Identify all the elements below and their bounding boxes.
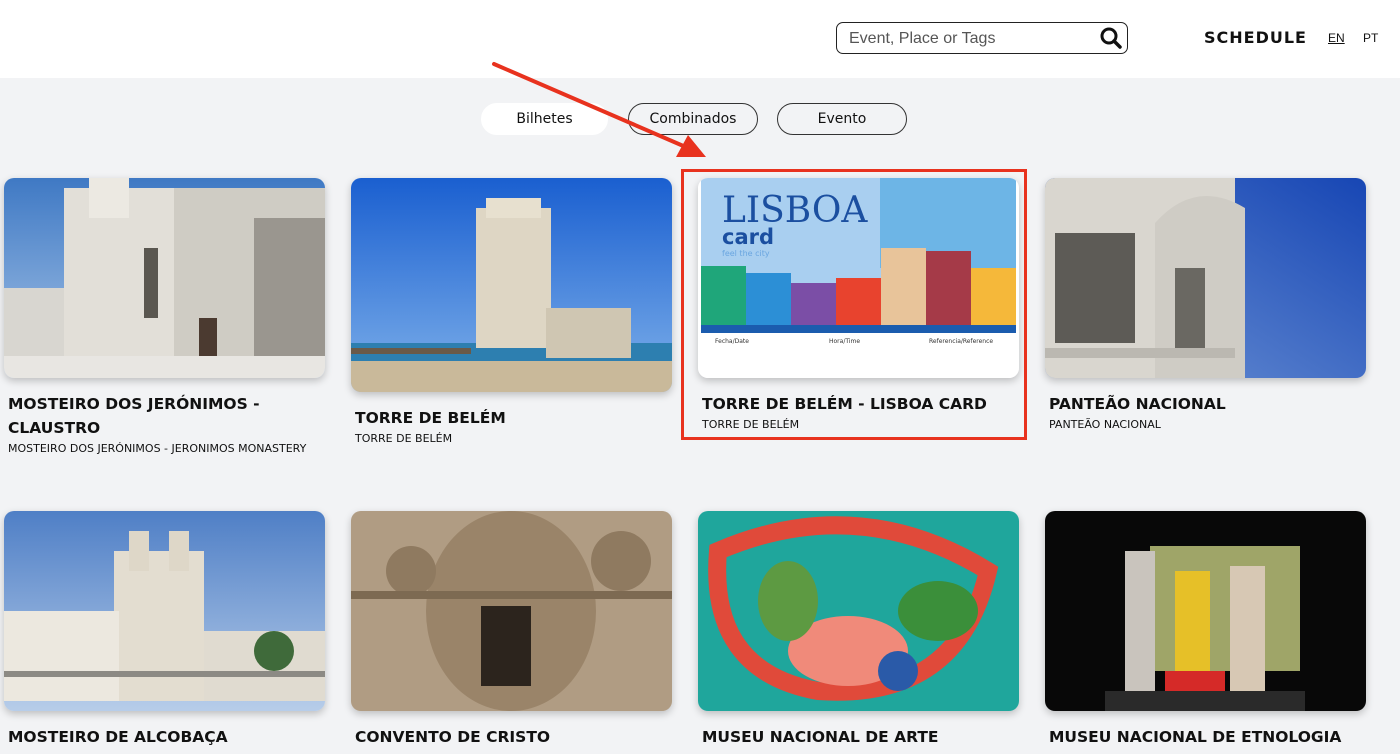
card-title[interactable]: MOSTEIRO DE ALCOBAÇA — [8, 725, 308, 749]
card-title[interactable]: MUSEU NACIONAL DE ETNOLOGIA — [1049, 725, 1349, 749]
card-subtitle: TORRE DE BELÉM — [702, 418, 800, 431]
field-time-label: Hora/Time — [829, 338, 860, 345]
field-date-label: Fecha/Date — [715, 338, 749, 345]
search-icon[interactable] — [1099, 26, 1123, 50]
card-title[interactable]: MUSEU NACIONAL DE ARTE — [702, 725, 1002, 749]
card-title[interactable]: TORRE DE BELÉM - LISBOA CARD — [702, 392, 1002, 416]
card-image[interactable] — [698, 511, 1019, 711]
card-subtitle: TORRE DE BELÉM — [355, 432, 453, 445]
search-box[interactable] — [836, 22, 1128, 55]
card-image[interactable] — [4, 178, 325, 378]
card-torre-belem-lisboa-card[interactable]: LISBOA card feel the city Fecha/Date Hor… — [698, 178, 1019, 431]
card-torre-belem[interactable]: TORRE DE BELÉM TORRE DE BELÉM — [351, 178, 672, 445]
card-image[interactable]: LISBOA card feel the city Fecha/Date Hor… — [698, 178, 1019, 378]
card-mosteiro-alcobaca[interactable]: MOSTEIRO DE ALCOBAÇA — [4, 511, 325, 749]
card-museu-nacional-etnologia[interactable]: MUSEU NACIONAL DE ETNOLOGIA — [1045, 511, 1366, 749]
language-pt-link[interactable]: PT — [1363, 31, 1378, 45]
card-image[interactable] — [1045, 511, 1366, 711]
card-museu-nacional-arte[interactable]: MUSEU NACIONAL DE ARTE — [698, 511, 1019, 749]
tab-bilhetes[interactable]: Bilhetes — [481, 103, 608, 135]
field-reference-label: Referencia/Reference — [929, 338, 993, 345]
lisboa-tagline: feel the city — [722, 249, 770, 258]
lisboa-card-word: card — [722, 225, 774, 249]
card-title[interactable]: MOSTEIRO DOS JERÓNIMOS - CLAUSTRO — [8, 392, 308, 440]
search-input[interactable] — [847, 23, 1101, 55]
tab-combinados[interactable]: Combinados — [628, 103, 758, 135]
card-title[interactable]: TORRE DE BELÉM — [355, 406, 655, 430]
card-image[interactable] — [351, 511, 672, 711]
schedule-link[interactable]: SCHEDULE — [1204, 28, 1307, 47]
card-image[interactable] — [4, 511, 325, 711]
card-subtitle: PANTEÃO NACIONAL — [1049, 418, 1161, 431]
card-subtitle: MOSTEIRO DOS JERÓNIMOS - JERONIMOS MONAS… — [8, 442, 307, 455]
language-en-link[interactable]: EN — [1328, 31, 1345, 45]
tab-evento[interactable]: Evento — [777, 103, 907, 135]
card-mosteiro-jeronimos[interactable]: MOSTEIRO DOS JERÓNIMOS - CLAUSTRO MOSTEI… — [4, 178, 325, 455]
card-convento-cristo[interactable]: CONVENTO DE CRISTO — [351, 511, 672, 749]
top-header: SCHEDULE EN PT — [0, 0, 1400, 78]
card-title[interactable]: CONVENTO DE CRISTO — [355, 725, 655, 749]
card-title[interactable]: PANTEÃO NACIONAL — [1049, 392, 1349, 416]
card-panteao-nacional[interactable]: PANTEÃO NACIONAL PANTEÃO NACIONAL — [1045, 178, 1366, 431]
card-image[interactable] — [351, 178, 672, 392]
card-image[interactable] — [1045, 178, 1366, 378]
